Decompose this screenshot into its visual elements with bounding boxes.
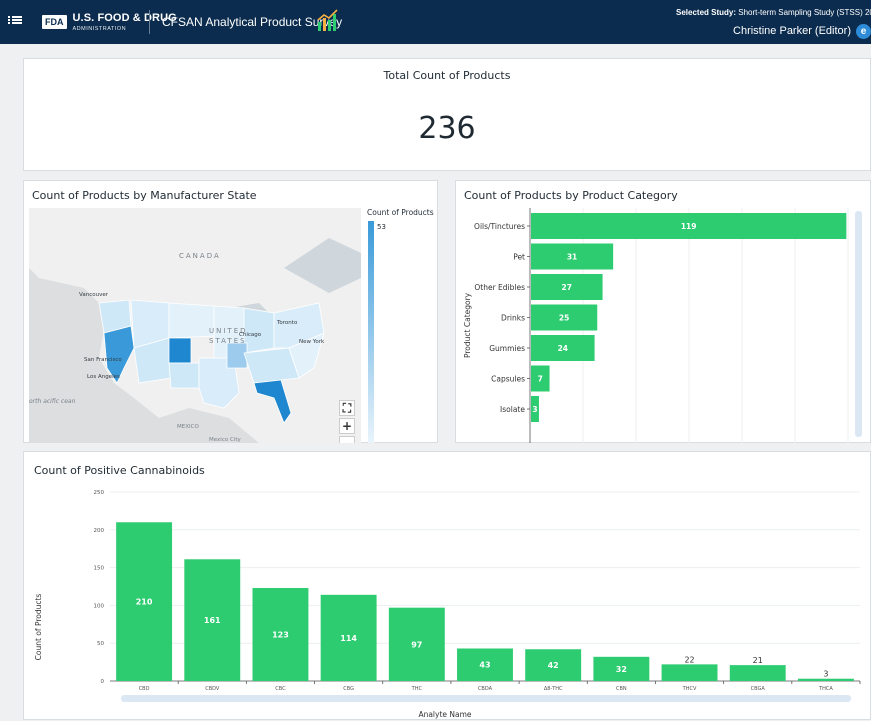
cannabinoid-x-tick-label: CBD (139, 686, 150, 692)
legend-title: Count of Products (367, 208, 434, 217)
fda-logo[interactable]: FDA U.S. FOOD & DRUG ADMINISTRATION (42, 11, 177, 33)
bar-chart-logo-icon (317, 9, 338, 31)
cannabinoid-y-tick-label: 0 (101, 679, 105, 685)
cannabinoid-value-label: 114 (340, 634, 357, 643)
category-tick-label: Pet (513, 253, 525, 262)
cannabinoid-bar[interactable] (661, 664, 718, 681)
category-tick-label: Drinks (501, 314, 525, 323)
state-mo (226, 342, 248, 369)
cannabinoid-y-tick-label: 50 (97, 641, 104, 647)
cannabinoid-x-tick-label: CBGA (751, 686, 766, 692)
legend-gradient (368, 221, 374, 443)
cannabinoid-x-tick-label: CBDA (478, 686, 493, 692)
map-label-toronto: Toronto (276, 320, 298, 326)
cannabinoid-y-tick-label: 250 (94, 490, 105, 496)
category-tick-label: Isolate (500, 405, 525, 414)
cannabinoid-scrollbar[interactable] (121, 695, 851, 702)
state-mt-wy (168, 302, 215, 339)
category-chart: Product Category Oils/Tinctures 119 Pet 31 O… (463, 208, 849, 443)
cannabinoid-y-axis-label: Count of Products (34, 594, 43, 661)
map-svg: CANADA UNITED STATES MEXICO Mexico City … (29, 208, 361, 443)
category-value-label: 31 (567, 253, 577, 262)
state-nm (168, 362, 200, 389)
map-label-san-francisco: San Francisco (84, 357, 122, 363)
category-chart-title: Count of Products by Product Category (464, 189, 678, 202)
kpi-value: 236 (418, 111, 476, 146)
category-tick-label: Gummies (489, 344, 525, 353)
cannabinoid-bar[interactable] (729, 665, 786, 681)
category-scrollbar[interactable] (855, 211, 862, 437)
map-label-los-angeles: Los Angeles (87, 374, 120, 380)
cannabinoid-bar[interactable] (797, 678, 854, 681)
kpi-title: Total Count of Products (383, 69, 511, 82)
category-value-label: 27 (562, 283, 572, 292)
cannabinoid-x-tick-label: THC (411, 686, 423, 692)
user-name[interactable]: Christine Parker (Editor) (733, 25, 851, 37)
cannabinoid-value-label: 210 (136, 598, 153, 607)
header-divider (149, 10, 150, 34)
map-label-states: STATES (209, 337, 247, 345)
cannabinoid-x-tick-label: CBDV (205, 686, 220, 692)
cannabinoid-x-axis-label: Analyte Name (418, 710, 471, 719)
cannabinoid-x-tick-label: CBG (343, 686, 354, 692)
us-state-map[interactable]: CANADA UNITED STATES MEXICO Mexico City … (29, 208, 361, 443)
state-co (168, 337, 192, 364)
selected-study: Selected Study: Short-term Sampling Stud… (676, 8, 871, 17)
cannabinoid-x-tick-label: Δ8-THC (544, 686, 563, 692)
category-value-label: 24 (558, 344, 568, 353)
cannabinoid-y-tick-label: 100 (94, 603, 105, 609)
category-value-label: 7 (538, 375, 543, 384)
category-tick-label: Oils/Tinctures (474, 222, 525, 231)
map-title: Count of Products by Manufacturer State (32, 189, 257, 202)
zoom-out-button[interactable]: − (339, 436, 355, 443)
top-bar: FDA U.S. FOOD & DRUG ADMINISTRATION CFSA… (0, 0, 871, 44)
study-value: Short-term Sampling Study (STSS) 2022 (738, 8, 871, 17)
map-panel: Count of Products by Manufacturer State (23, 180, 438, 443)
map-label-mexico: MEXICO (177, 424, 199, 430)
cannabinoid-chart: Count of Products Analyte Name 0 50 100 150… (34, 490, 861, 719)
cannabinoid-x-tick-label: THCA (818, 686, 833, 692)
cannabinoid-value-label: 22 (684, 655, 694, 664)
cannabinoid-value-label: 3 (823, 670, 828, 679)
map-label-vancouver: Vancouver (79, 292, 109, 298)
zoom-in-button[interactable]: + (339, 418, 355, 434)
reset-view-button[interactable]: ⛶ (339, 400, 355, 416)
cannabinoid-value-label: 42 (548, 661, 559, 670)
user-info-icon[interactable]: e (856, 24, 871, 39)
category-tick-label: Other Edibles (474, 283, 525, 292)
total-count-panel: Total Count of Products 236 (23, 58, 871, 171)
cannabinoid-y-tick-label: 150 (94, 566, 105, 572)
cannabinoid-value-label: 97 (411, 640, 422, 649)
category-value-label: 119 (681, 222, 697, 231)
menu-icon[interactable] (8, 13, 22, 27)
cannabinoid-x-tick-label: CBN (616, 686, 627, 692)
map-label-ocean: orth acific cean (29, 398, 76, 405)
category-value-label: 3 (532, 405, 537, 414)
legend-max: 53 (377, 223, 386, 231)
product-category-panel: Count of Products by Product Category Pr… (455, 180, 871, 443)
cannabinoid-value-label: 161 (204, 616, 221, 625)
cannabinoid-value-label: 32 (616, 665, 627, 674)
cannabinoid-value-label: 123 (272, 631, 289, 640)
cannabinoid-x-tick-label: THCV (682, 686, 697, 692)
study-label: Selected Study: (676, 8, 737, 17)
category-value-label: 25 (559, 314, 569, 323)
map-label-new-york: New York (299, 339, 325, 345)
cannabinoid-x-tick-label: CBC (275, 686, 286, 692)
map-label-canada: CANADA (179, 252, 221, 260)
cannabinoids-panel: Count of Positive Cannabinoids Count of … (23, 451, 871, 720)
cannabinoid-value-label: 43 (479, 661, 490, 670)
fda-logo-box: FDA (42, 15, 67, 29)
state-midwest (243, 307, 275, 354)
cannabinoid-y-tick-label: 200 (94, 528, 105, 534)
cannabinoid-value-label: 21 (753, 656, 763, 665)
map-label-mexico-city: Mexico City (209, 437, 241, 443)
map-label-chicago: Chicago (239, 332, 262, 338)
category-y-axis-label: Product Category (463, 292, 472, 358)
category-tick-label: Capsules (491, 375, 525, 384)
